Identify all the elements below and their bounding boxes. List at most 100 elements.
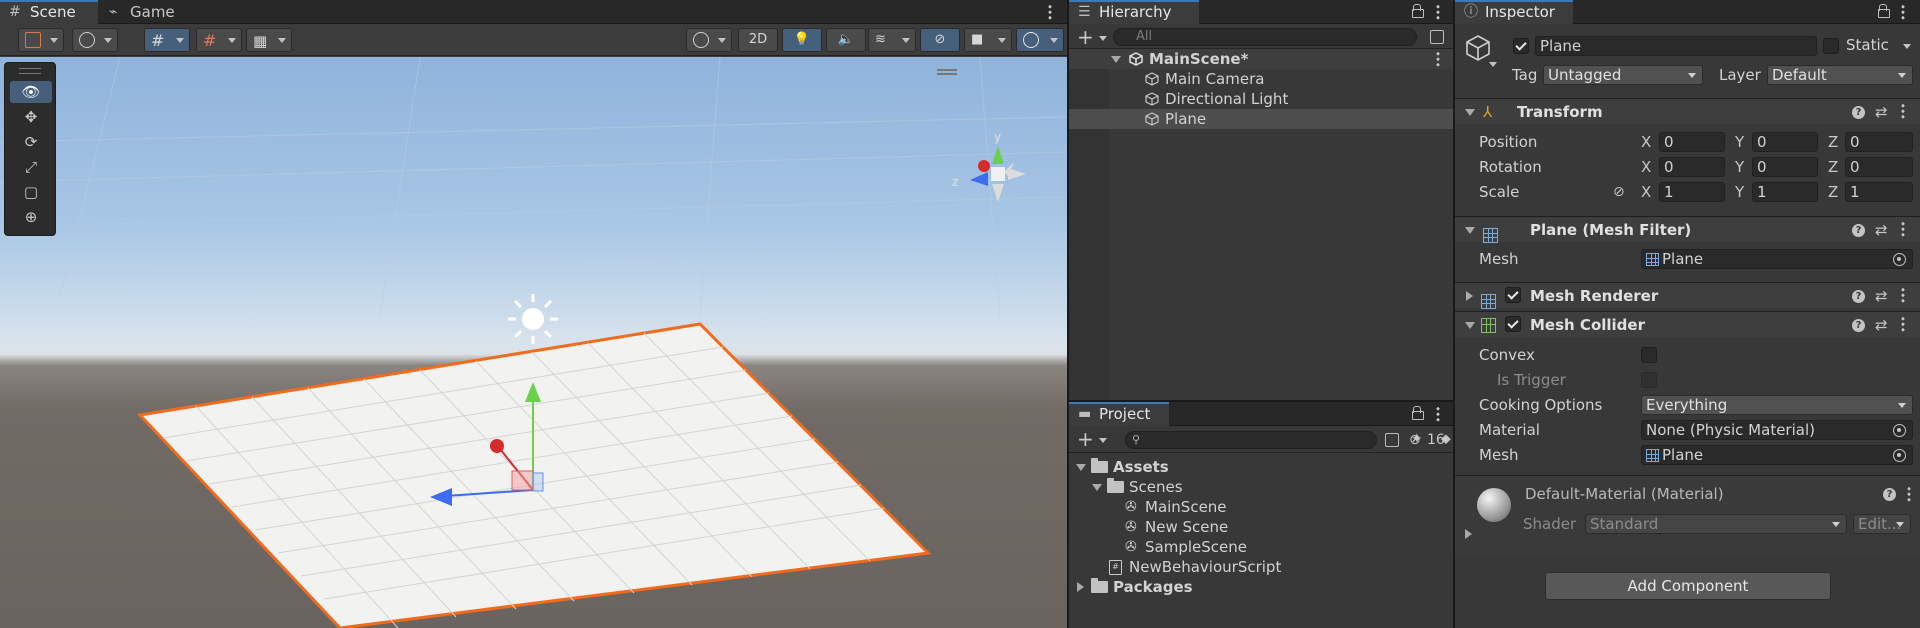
scene-asset-row[interactable]: ✇ New Scene	[1069, 517, 1453, 537]
tab-hierarchy[interactable]: ☰ Hierarchy	[1069, 0, 1199, 24]
assets-folder-row[interactable]: Assets	[1069, 457, 1453, 477]
view-tool-button[interactable]: 👁	[10, 81, 52, 103]
collapse-arrow-icon[interactable]	[1077, 582, 1084, 592]
tab-project[interactable]: ▬ Project	[1069, 402, 1169, 426]
mesh-collider-enabled-checkbox[interactable]	[1505, 316, 1521, 332]
add-component-button[interactable]: Add Component	[1545, 572, 1831, 600]
move-tool-button[interactable]: ✥	[10, 106, 52, 128]
cooking-options-dropdown[interactable]: Everything	[1641, 395, 1913, 415]
static-checkbox[interactable]	[1823, 38, 1839, 54]
mesh-object-field[interactable]: Plane	[1641, 249, 1913, 269]
hierarchy-item-main-camera[interactable]: Main Camera	[1069, 69, 1453, 89]
scene-asset-row[interactable]: ✇ MainScene	[1069, 497, 1453, 517]
lock-icon[interactable]	[1412, 4, 1424, 18]
draw-mode-dropdown[interactable]	[18, 28, 64, 52]
object-picker-icon[interactable]	[1893, 449, 1906, 462]
component-menu-icon[interactable]	[1901, 287, 1905, 303]
hierarchy-item-directional-light[interactable]: Directional Light	[1069, 89, 1453, 109]
tab-inspector[interactable]: ⓘ Inspector	[1455, 0, 1573, 24]
help-icon[interactable]: ?	[1852, 319, 1865, 332]
tab-game[interactable]: ⌁ Game	[100, 0, 190, 24]
mesh-collider-header[interactable]: Mesh Collider ? ⇄	[1455, 311, 1920, 337]
scenes-folder-row[interactable]: Scenes	[1069, 477, 1453, 497]
shading-mode-dropdown[interactable]	[686, 28, 732, 52]
scale-x-field[interactable]: 1	[1659, 182, 1725, 202]
help-icon[interactable]: ?	[1883, 488, 1896, 501]
search-options-icon[interactable]	[1430, 30, 1444, 44]
mesh-renderer-header[interactable]: Mesh Renderer ? ⇄	[1455, 282, 1920, 309]
mesh-renderer-enabled-checkbox[interactable]	[1505, 287, 1521, 303]
convex-checkbox[interactable]	[1641, 347, 1657, 363]
effects-dropdown[interactable]: ≋	[868, 28, 916, 52]
hierarchy-search-input[interactable]: All	[1113, 28, 1417, 46]
scene-menu-icon[interactable]	[1048, 4, 1052, 20]
expand-arrow-icon[interactable]	[1465, 109, 1475, 116]
expand-arrow-icon[interactable]	[1465, 227, 1475, 234]
scene-visibility-toggle[interactable]: ⊘	[920, 28, 960, 52]
lock-icon[interactable]	[1878, 4, 1890, 18]
lighting-toggle-button[interactable]: 💡	[782, 28, 822, 52]
camera-settings-dropdown[interactable]: ■	[964, 28, 1012, 52]
expand-arrow-icon[interactable]	[1092, 484, 1102, 491]
help-icon[interactable]: ?	[1852, 290, 1865, 303]
expand-arrow-icon[interactable]	[1076, 464, 1086, 471]
tag-dropdown[interactable]: Untagged	[1543, 65, 1703, 85]
rotation-y-field[interactable]: 0	[1752, 157, 1818, 177]
transform-tool-button[interactable]: ⊕	[10, 206, 52, 228]
project-menu-icon[interactable]	[1436, 406, 1440, 422]
scene-row[interactable]: MainScene*	[1069, 49, 1453, 69]
presets-icon[interactable]: ⇄	[1875, 217, 1888, 243]
hierarchy-menu-icon[interactable]	[1436, 4, 1440, 20]
tab-scene[interactable]: # Scene	[0, 0, 98, 24]
packages-folder-row[interactable]: Packages	[1069, 577, 1453, 597]
scale-y-field[interactable]: 1	[1752, 182, 1818, 202]
search-by-type-icon[interactable]	[1385, 433, 1399, 447]
position-x-field[interactable]: 0	[1659, 132, 1725, 152]
global-local-dropdown[interactable]	[72, 28, 118, 52]
audio-toggle-button[interactable]: 🔈	[826, 28, 866, 52]
rotation-z-field[interactable]: 0	[1845, 157, 1913, 177]
mesh-filter-header[interactable]: Plane (Mesh Filter) ? ⇄	[1455, 216, 1920, 243]
scene-asset-row[interactable]: ✇ SampleScene	[1069, 537, 1453, 557]
component-menu-icon[interactable]	[1901, 316, 1905, 332]
presets-icon[interactable]: ⇄	[1875, 312, 1888, 338]
object-picker-icon[interactable]	[1893, 253, 1906, 266]
collapse-arrow-icon[interactable]	[1466, 291, 1473, 301]
shader-edit-button[interactable]: Edit...	[1853, 514, 1911, 534]
collapse-arrow-icon[interactable]	[1465, 529, 1472, 539]
presets-icon[interactable]: ⇄	[1875, 283, 1888, 309]
icon-picker-arrow-icon[interactable]	[1489, 62, 1497, 67]
hierarchy-item-plane[interactable]: Plane	[1069, 109, 1453, 129]
inspector-menu-icon[interactable]	[1901, 4, 1905, 20]
position-y-field[interactable]: 0	[1752, 132, 1818, 152]
scene-row-menu-icon[interactable]	[1436, 51, 1440, 67]
create-asset-plus-icon[interactable]: +	[1077, 428, 1107, 450]
layer-dropdown[interactable]: Default	[1767, 65, 1913, 85]
transform-header[interactable]: ⅄ Transform ? ⇄	[1455, 98, 1920, 124]
scale-z-field[interactable]: 1	[1845, 182, 1913, 202]
rotation-x-field[interactable]: 0	[1659, 157, 1725, 177]
help-icon[interactable]: ?	[1852, 224, 1865, 237]
physic-material-field[interactable]: None (Physic Material)	[1641, 420, 1913, 440]
gizmos-dropdown[interactable]	[1016, 28, 1064, 52]
rotate-tool-button[interactable]: ⟳	[10, 131, 52, 153]
increment-snap-dropdown[interactable]: #	[196, 28, 242, 52]
scene-viewport[interactable]: y z 👁 ✥ ⟳ ⤢ ▢ ⊕	[0, 57, 1067, 628]
object-name-field[interactable]: Plane	[1535, 36, 1817, 56]
rect-tool-button[interactable]: ▢	[10, 181, 52, 203]
expand-arrow-icon[interactable]	[1465, 322, 1475, 329]
component-menu-icon[interactable]	[1901, 103, 1905, 119]
palette-drag-handle[interactable]	[19, 68, 41, 74]
presets-icon[interactable]: ⇄	[1875, 99, 1888, 125]
hidden-packages-toggle[interactable]: ⊘ 16	[1409, 430, 1453, 450]
collider-mesh-field[interactable]: Plane	[1641, 445, 1913, 465]
expand-arrow-icon[interactable]	[1111, 56, 1121, 63]
static-dropdown-arrow-icon[interactable]	[1903, 44, 1911, 49]
active-checkbox[interactable]	[1513, 38, 1529, 54]
script-asset-row[interactable]: # NewBehaviourScript	[1069, 557, 1453, 577]
scale-tool-button[interactable]: ⤢	[10, 156, 52, 178]
help-icon[interactable]: ?	[1852, 106, 1865, 119]
snap-grid-dropdown[interactable]: #	[144, 28, 190, 52]
grid-visibility-dropdown[interactable]: ▦	[246, 28, 292, 52]
project-search-input[interactable]: ⚲	[1125, 431, 1377, 449]
